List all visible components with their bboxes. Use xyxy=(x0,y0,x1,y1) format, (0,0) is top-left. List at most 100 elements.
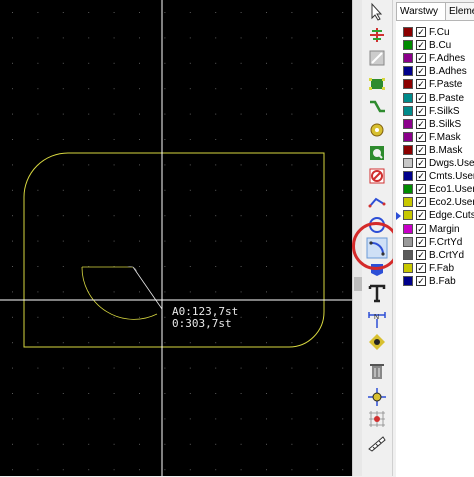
grid-dot xyxy=(316,266,318,267)
layer-color-swatch[interactable] xyxy=(403,53,413,64)
layer-visibility-checkbox[interactable]: ✓ xyxy=(416,144,426,155)
layer-color-swatch[interactable] xyxy=(403,210,413,221)
grid-dot xyxy=(291,139,293,140)
grid-dot xyxy=(88,469,90,471)
grid-dot xyxy=(12,189,13,191)
layer-name: B.Paste xyxy=(429,92,465,104)
pcb-canvas[interactable]: A0:123,7st 0:303,7st xyxy=(0,0,352,476)
layer-color-swatch[interactable] xyxy=(403,118,413,129)
measure-icon[interactable] xyxy=(366,432,388,454)
layer-visibility-checkbox[interactable]: ✓ xyxy=(416,79,426,90)
layer-color-swatch[interactable] xyxy=(403,79,413,90)
layer-visibility-checkbox[interactable]: ✓ xyxy=(416,131,426,142)
keepout-area-icon[interactable] xyxy=(366,165,388,187)
add-circle-icon[interactable] xyxy=(366,214,388,236)
layer-row[interactable]: ✓ Eco1.User xyxy=(396,183,474,196)
layer-row[interactable]: ✓ Eco2.User xyxy=(396,196,474,209)
layer-color-swatch[interactable] xyxy=(403,236,413,247)
layer-color-swatch[interactable] xyxy=(403,92,413,103)
layer-visibility-checkbox[interactable]: ✓ xyxy=(416,92,426,103)
layer-color-swatch[interactable] xyxy=(403,223,413,234)
layer-color-swatch[interactable] xyxy=(403,262,413,273)
grid-dot xyxy=(88,12,90,13)
route-track-icon[interactable] xyxy=(366,96,388,118)
layer-visibility-checkbox[interactable]: ✓ xyxy=(416,236,426,247)
layer-row[interactable]: ✓ B.Paste xyxy=(396,92,474,105)
layer-row[interactable]: ✓ F.SilkS xyxy=(396,105,474,118)
layer-visibility-checkbox[interactable]: ✓ xyxy=(416,223,426,234)
layer-visibility-checkbox[interactable]: ✓ xyxy=(416,184,426,195)
layer-row[interactable]: ✓ F.Adhes xyxy=(396,52,474,65)
layer-row[interactable]: ✓ F.Cu xyxy=(396,26,474,39)
layer-color-swatch[interactable] xyxy=(403,249,413,260)
grid-dot xyxy=(342,164,344,166)
layer-row[interactable]: ✓ B.Fab xyxy=(396,275,474,288)
layer-row[interactable]: ✓ B.Cu xyxy=(396,39,474,52)
layer-color-swatch[interactable] xyxy=(403,158,413,168)
add-line-icon[interactable] xyxy=(366,190,388,212)
layer-color-swatch[interactable] xyxy=(403,197,413,208)
layer-row[interactable]: ✓ F.Mask xyxy=(396,131,474,144)
layer-row[interactable]: ✓ B.Adhes xyxy=(396,65,474,78)
grid-dot xyxy=(139,139,140,140)
grid-dot xyxy=(266,62,267,64)
layer-visibility-checkbox[interactable]: ✓ xyxy=(416,249,426,260)
layer-color-swatch[interactable] xyxy=(403,275,413,286)
add-footprint-icon[interactable] xyxy=(366,73,388,95)
layer-color-swatch[interactable] xyxy=(403,40,413,51)
add-target-icon[interactable] xyxy=(366,331,388,353)
add-dimension-icon[interactable]: N xyxy=(366,309,388,331)
local-ratsnest-icon[interactable] xyxy=(366,47,388,69)
layer-color-swatch[interactable] xyxy=(403,66,413,77)
layer-visibility-checkbox[interactable]: ✓ xyxy=(416,275,426,286)
highlight-net-icon[interactable] xyxy=(366,24,388,46)
layer-row[interactable]: ✓ B.CrtYd xyxy=(396,249,474,262)
layer-row[interactable]: ✓ B.SilkS xyxy=(396,118,474,131)
layer-visibility-checkbox[interactable]: ✓ xyxy=(416,262,426,273)
layer-visibility-checkbox[interactable]: ✓ xyxy=(416,40,426,51)
layer-row[interactable]: ✓ F.CrtYd xyxy=(396,236,474,249)
layer-row[interactable]: ✓ Margin xyxy=(396,223,474,236)
add-zone-icon[interactable] xyxy=(366,142,388,164)
layer-visibility-checkbox[interactable]: ✓ xyxy=(416,118,426,129)
layer-name: F.SilkS xyxy=(429,105,460,117)
layer-color-swatch[interactable] xyxy=(403,105,413,116)
layer-visibility-checkbox[interactable]: ✓ xyxy=(416,158,426,168)
layer-row[interactable]: ✓ F.Paste xyxy=(396,78,474,91)
add-arc-icon[interactable] xyxy=(366,237,388,259)
layer-row[interactable]: ✓ Cmts.User xyxy=(396,170,474,183)
layer-color-swatch[interactable] xyxy=(403,171,413,182)
layer-color-swatch[interactable] xyxy=(403,184,413,195)
tab-elements[interactable]: Elemen xyxy=(445,2,474,20)
add-via-icon[interactable] xyxy=(366,119,388,141)
layer-visibility-checkbox[interactable]: ✓ xyxy=(416,105,426,116)
grid-dot xyxy=(189,164,191,166)
layer-row[interactable]: ✓ Edge.Cuts xyxy=(396,209,474,222)
layer-row[interactable]: ✓ B.Mask xyxy=(396,144,474,157)
add-polygon-icon[interactable] xyxy=(366,259,388,281)
grid-dot xyxy=(240,266,242,267)
layer-color-swatch[interactable] xyxy=(403,144,413,155)
grid-origin-icon[interactable] xyxy=(366,408,388,430)
tab-layers[interactable]: Warstwy xyxy=(396,2,451,20)
layer-visibility-checkbox[interactable]: ✓ xyxy=(416,66,426,77)
grid-dot xyxy=(240,291,242,293)
layer-visibility-checkbox[interactable]: ✓ xyxy=(416,27,426,37)
layer-color-swatch[interactable] xyxy=(403,131,413,142)
grid-dot xyxy=(88,164,90,166)
grid-dot xyxy=(37,291,39,293)
layer-visibility-checkbox[interactable]: ✓ xyxy=(416,171,426,182)
layer-visibility-checkbox[interactable]: ✓ xyxy=(416,197,426,208)
layer-color-swatch[interactable] xyxy=(403,27,413,37)
set-origin-icon[interactable] xyxy=(366,386,388,408)
layer-visibility-checkbox[interactable]: ✓ xyxy=(416,210,426,221)
layer-visibility-checkbox[interactable]: ✓ xyxy=(416,53,426,64)
add-text-icon[interactable] xyxy=(366,282,388,304)
layer-row[interactable]: ✓ Dwgs.User xyxy=(396,157,474,170)
scrollbar-thumb[interactable] xyxy=(354,277,362,291)
layer-row[interactable]: ✓ F.Fab xyxy=(396,262,474,275)
select-arrow-icon[interactable] xyxy=(366,1,388,23)
grid-dot xyxy=(215,215,217,217)
grid-dot xyxy=(37,139,39,140)
delete-icon[interactable] xyxy=(366,360,388,382)
